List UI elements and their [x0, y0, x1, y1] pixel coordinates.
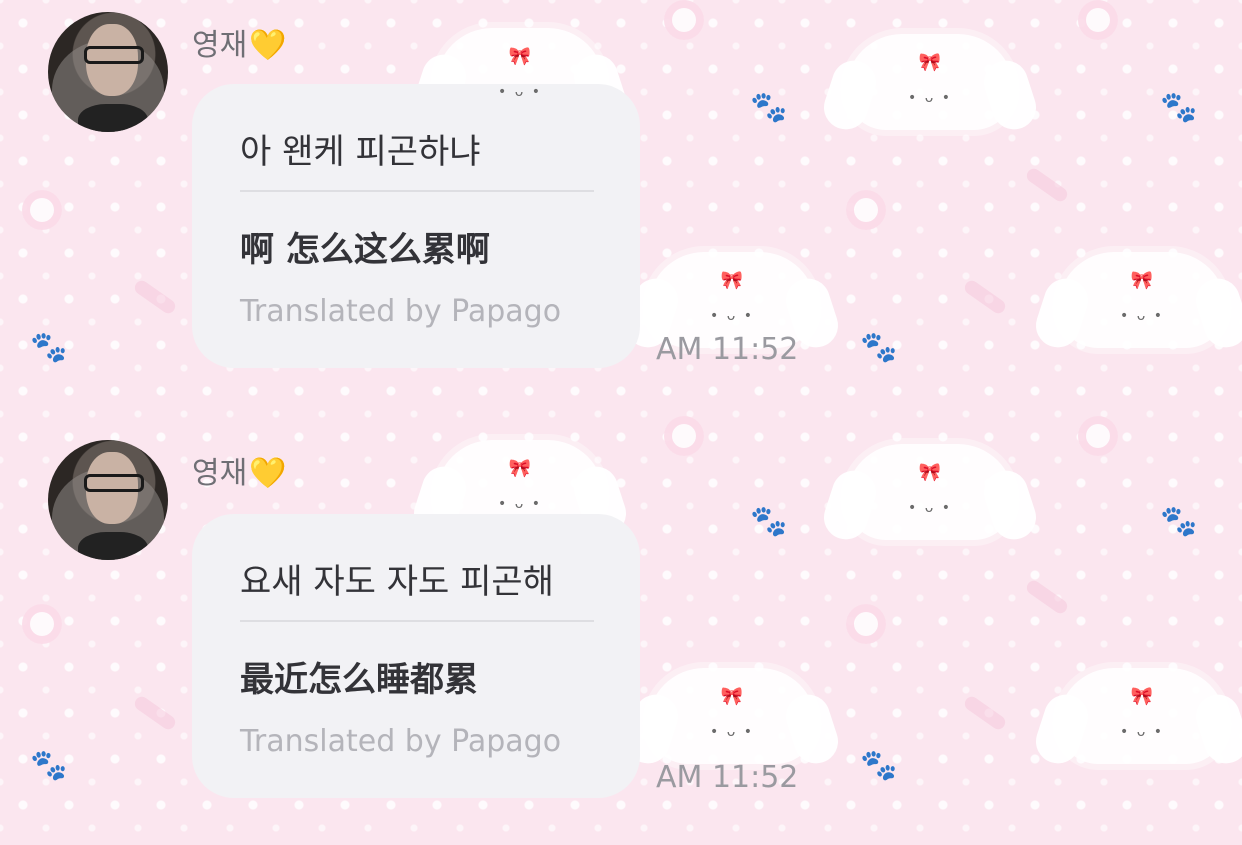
translation-credit: Translated by Papago	[240, 724, 562, 759]
original-message-text: 요새 자도 자도 피곤해	[240, 562, 554, 602]
avatar-glasses	[84, 46, 144, 64]
avatar-shirt	[78, 532, 148, 560]
message-bubble[interactable]: 아 왠케 피곤하냐 啊 怎么这么累啊 Translated by Papago	[192, 84, 640, 368]
sender-name-text: 영재	[192, 456, 248, 491]
avatar-glasses	[84, 474, 144, 492]
message-bubble[interactable]: 요새 자도 자도 피곤해 最近怎么睡都累 Translated by Papag…	[192, 514, 640, 798]
translated-message-text: 啊 怎么这么累啊	[240, 230, 490, 270]
message-timestamp: AM 11:52	[656, 760, 799, 795]
message-timestamp: AM 11:52	[656, 332, 799, 367]
sender-name[interactable]: 영재💛	[192, 448, 287, 492]
translation-divider	[240, 620, 594, 622]
translation-divider	[240, 190, 594, 192]
avatar[interactable]	[48, 440, 168, 560]
yellow-heart-icon: 💛	[249, 28, 287, 63]
translation-credit: Translated by Papago	[240, 294, 562, 329]
sender-name[interactable]: 영재💛	[192, 20, 287, 64]
original-message-text: 아 왠케 피곤하냐	[240, 132, 481, 172]
chat-message: 영재💛 아 왠케 피곤하냐 啊 怎么这么累啊 Translated by Pap…	[0, 0, 1242, 420]
avatar-shirt	[78, 104, 148, 132]
yellow-heart-icon: 💛	[249, 456, 287, 491]
sender-name-text: 영재	[192, 28, 248, 63]
chat-message: 영재💛 요새 자도 자도 피곤해 最近怎么睡都累 Translated by P…	[0, 428, 1242, 845]
translated-message-text: 最近怎么睡都累	[240, 660, 478, 700]
avatar[interactable]	[48, 12, 168, 132]
